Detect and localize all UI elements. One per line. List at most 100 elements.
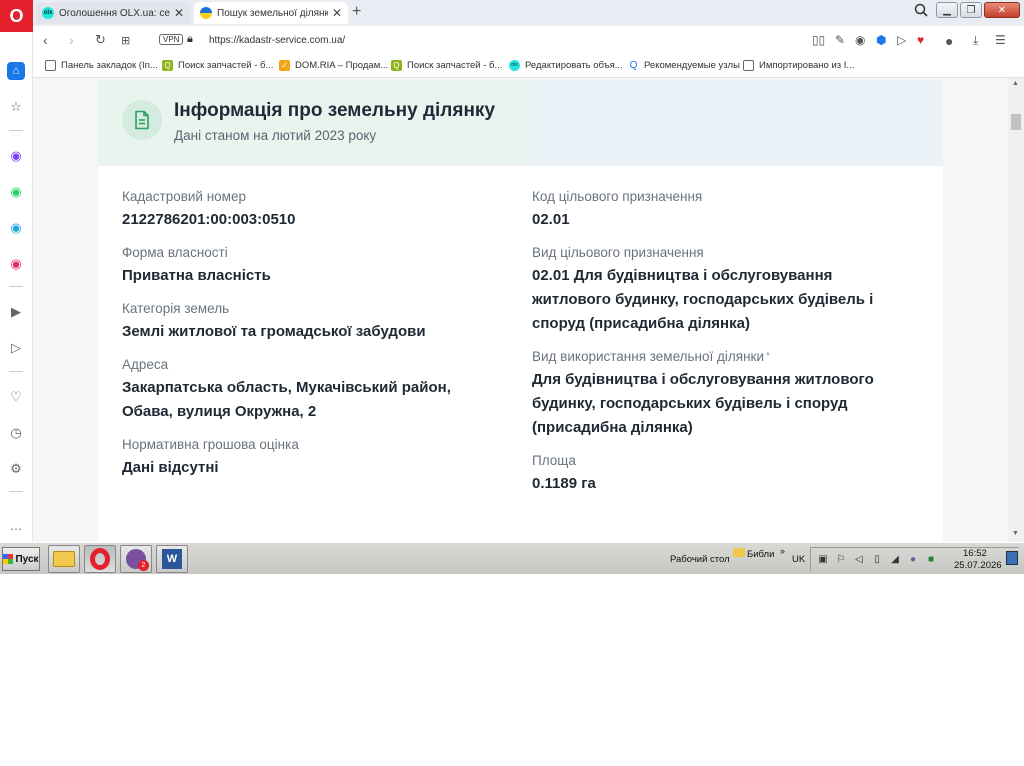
field-label: Кадастровий номер: [122, 189, 246, 204]
edit-icon[interactable]: ✎: [835, 33, 845, 47]
minimize-button[interactable]: ▁: [936, 2, 958, 18]
sidebar-divider: [9, 491, 23, 492]
close-window-button[interactable]: ✕: [984, 2, 1020, 18]
instagram-icon[interactable]: ◉: [7, 255, 25, 273]
library-toolbar-label[interactable]: Библи: [733, 548, 774, 560]
tab-close-icon[interactable]: ✕: [332, 6, 342, 20]
whatsapp-icon[interactable]: ◉: [7, 183, 25, 201]
value-line: (присадибна ділянка): [532, 419, 693, 436]
card-subtitle: Дані станом на лютий 2023 року: [174, 128, 377, 143]
volume-icon[interactable]: ◁: [853, 553, 865, 565]
reader-icon[interactable]: ▯▯: [812, 33, 825, 47]
value-line: Для будівництва і обслуговування житлово…: [532, 371, 874, 388]
taskbar-explorer[interactable]: [48, 545, 80, 573]
heart-icon[interactable]: ♡: [7, 388, 25, 406]
nvidia-icon[interactable]: ■: [925, 553, 937, 565]
field-label-text: Вид використання земельної ділянки: [532, 349, 764, 364]
clock-date[interactable]: 25.07.2026: [954, 560, 1002, 571]
more-icon[interactable]: …: [7, 516, 25, 534]
scrollbar-thumb[interactable]: [1011, 114, 1021, 130]
document-icon: [122, 100, 162, 140]
taskbar-viber[interactable]: 2: [120, 545, 152, 573]
settings-menu-icon[interactable]: ☰: [995, 33, 1006, 47]
language-indicator[interactable]: UK: [792, 554, 805, 565]
gear-icon[interactable]: ⚙: [7, 460, 25, 478]
field-purpose-type: Вид цільового призначення 02.01 Для буді…: [532, 244, 922, 336]
url-field[interactable]: https://kadastr-service.com.ua/: [209, 35, 345, 46]
tab-search-icon[interactable]: [914, 3, 928, 20]
word-icon: W: [162, 549, 182, 569]
taskbar-opera[interactable]: [84, 545, 116, 573]
land-info-card: Інформація про земельну ділянку Дані ста…: [98, 80, 943, 542]
toolbar-overflow-chevron[interactable]: »: [780, 546, 785, 556]
show-desktop-button[interactable]: [1006, 551, 1018, 565]
reload-icon[interactable]: ↻: [95, 32, 106, 48]
history-icon[interactable]: ◷: [7, 424, 25, 442]
bookmark-item[interactable]: Q Поиск запчастей - б...: [162, 60, 273, 71]
network-icon[interactable]: ▣: [817, 553, 829, 565]
bookmark-label: Поиск запчастей - б...: [178, 60, 274, 71]
windows-logo-icon: [3, 554, 14, 564]
star-icon[interactable]: ☆: [7, 98, 25, 116]
field-label: Площа: [532, 453, 576, 468]
viber-tray-icon[interactable]: ●: [907, 553, 919, 565]
field-value: Для будівництва і обслуговування житлово…: [532, 368, 932, 440]
bookmark-item[interactable]: ✓ DOM.RIA – Продам...: [279, 60, 388, 71]
parts-search-icon: Q: [391, 60, 402, 71]
opera-logo-icon[interactable]: O: [0, 0, 33, 32]
tabs-grid-icon[interactable]: ⊞: [121, 34, 130, 47]
value-line: Обава, вулиця Окружна, 2: [122, 403, 317, 420]
download-icon[interactable]: ⤓: [973, 33, 978, 48]
shield-icon[interactable]: ⬢: [876, 33, 886, 47]
send-icon[interactable]: ▷: [7, 339, 25, 357]
start-button[interactable]: Пуск: [2, 547, 40, 571]
bookmarks-bar: Панель закладок (In... Q Поиск запчастей…: [33, 56, 1024, 78]
value-line: споруд (присадибна ділянка): [532, 315, 750, 332]
player-icon[interactable]: ▶: [7, 303, 25, 321]
lock-icon[interactable]: 🔒︎: [187, 33, 193, 46]
profile-icon[interactable]: ●: [945, 33, 953, 49]
scroll-up-icon[interactable]: ▲: [1012, 80, 1019, 87]
field-label: Категорія земель: [122, 301, 230, 316]
scroll-down-icon[interactable]: ▼: [1012, 530, 1019, 537]
send-icon[interactable]: ▷: [897, 33, 906, 47]
bookmark-label: Поиск запчастей - б...: [407, 60, 503, 71]
folder-icon: [53, 551, 75, 567]
bookmark-label: DOM.RIA – Продам...: [295, 60, 389, 71]
sidebar: ⌂ ☆ ◉ ◉ ◉ ◉ ▶ ▷ ♡ ◷ ⚙ …: [0, 32, 33, 542]
bookmark-item[interactable]: Импортировано из I...: [743, 60, 854, 71]
desktop-toolbar-label[interactable]: Рабочий стол: [670, 554, 730, 565]
home-icon[interactable]: ⌂: [7, 62, 25, 80]
field-ownership: Форма власності Приватна власність: [122, 244, 492, 288]
bookmark-item[interactable]: Q Поиск запчастей - б...: [391, 60, 502, 71]
field-address: Адреса Закарпатська область, Мукачівськи…: [122, 356, 492, 424]
maximize-button[interactable]: ❐: [960, 2, 982, 18]
clock-time[interactable]: 16:52: [963, 548, 987, 559]
tab-close-icon[interactable]: ✕: [174, 6, 184, 20]
header-tint: [531, 80, 943, 166]
vertical-scrollbar[interactable]: ▲ ▼: [1008, 78, 1024, 542]
forward-icon[interactable]: ›: [69, 32, 74, 48]
back-icon[interactable]: ‹: [43, 32, 48, 48]
notification-badge: 2: [138, 560, 149, 571]
new-tab-button[interactable]: +: [352, 3, 361, 21]
field-area: Площа 0.1189 га: [532, 452, 922, 496]
signal-icon[interactable]: ◢: [889, 553, 901, 565]
heart-icon[interactable]: ♥: [917, 33, 924, 47]
field-value: Землі житлової та громадської забудови: [122, 323, 426, 340]
flag-icon[interactable]: ⚐: [835, 553, 847, 565]
bookmark-item[interactable]: olx Редактировать объя...: [509, 60, 623, 71]
device-icon[interactable]: ▯: [871, 553, 883, 565]
vpn-badge[interactable]: VPN: [159, 34, 184, 45]
domria-icon: ✓: [279, 60, 290, 71]
card-title: Інформація про земельну ділянку: [174, 100, 496, 121]
bookmark-item[interactable]: Q Рекомендуемые узлы: [628, 60, 740, 71]
camera-icon[interactable]: ◉: [855, 33, 865, 47]
tab-kadastr[interactable]: Пошук земельної ділянки в ✕: [194, 2, 348, 24]
taskbar-word[interactable]: W: [156, 545, 188, 573]
bookmark-item[interactable]: Панель закладок (In...: [45, 60, 158, 71]
telegram-icon[interactable]: ◉: [7, 219, 25, 237]
tab-olx[interactable]: olx Оголошення OLX.ua: сервіс ✕: [36, 2, 190, 24]
field-label: Вид використання земельної ділянки *: [532, 348, 932, 366]
messenger-icon[interactable]: ◉: [7, 147, 25, 165]
